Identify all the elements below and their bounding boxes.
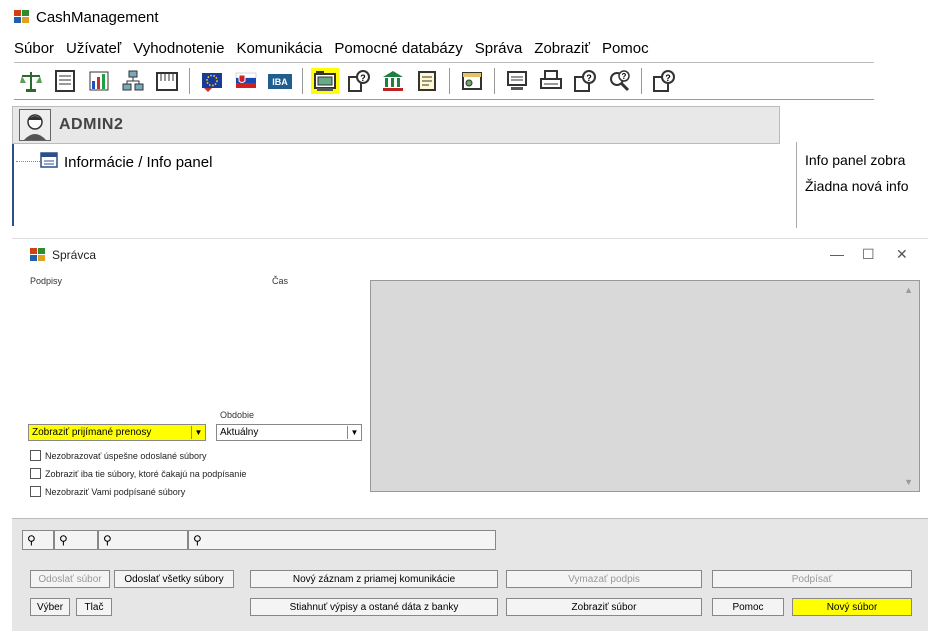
checkbox-label: Nezobrazovať úspešne odoslané súbory <box>45 450 207 461</box>
toolbar-separator <box>302 68 303 94</box>
svg-text:?: ? <box>665 73 671 83</box>
menu-pomoc[interactable]: Pomoc <box>596 40 655 60</box>
menu-pomocne-databazy[interactable]: Pomocné databázy <box>328 40 468 60</box>
menu-subor[interactable]: Súbor <box>8 40 60 60</box>
pomoc-button[interactable]: Pomoc <box>712 598 784 616</box>
search-icon: ⚲ <box>59 533 68 547</box>
toolbar-separator <box>449 68 450 94</box>
eu-flag-icon[interactable] <box>198 68 226 94</box>
tree-item-info-panel[interactable]: Informácie / Info panel <box>40 152 212 172</box>
novy-zaznam-button[interactable]: Nový záznam z priamej komunikácie <box>250 570 498 588</box>
search-field-2[interactable]: ⚲ <box>54 530 98 550</box>
toolbar-separator <box>494 68 495 94</box>
menu-vyhodnotenie[interactable]: Vyhodnotenie <box>127 40 230 60</box>
checkbox-label: Nezobraziť Vami podpísané súbory <box>45 486 186 497</box>
scroll-up-icon[interactable]: ▲ <box>904 285 913 295</box>
checkbox-nezobrazovat-odoslane[interactable]: Nezobrazovať úspešne odoslané súbory <box>30 450 206 461</box>
chevron-down-icon[interactable]: ▼ <box>191 426 205 439</box>
checkbox-nezobrazit-podpisane[interactable]: Nezobraziť Vami podpísané súbory <box>30 486 185 497</box>
podpisat-button[interactable]: Podpísať <box>712 570 912 588</box>
sk-flag-icon[interactable] <box>232 68 260 94</box>
printer-icon[interactable] <box>537 68 565 94</box>
user-bar: ADMIN2 <box>12 106 780 144</box>
svg-text:?: ? <box>586 73 592 83</box>
search-icon: ⚲ <box>103 533 112 547</box>
search-icon: ⚲ <box>193 533 202 547</box>
bank-icon[interactable] <box>379 68 407 94</box>
search-field-1[interactable]: ⚲ <box>22 530 54 550</box>
checkbox-box[interactable] <box>30 468 41 479</box>
menu-komunikacia[interactable]: Komunikácia <box>230 40 328 60</box>
menu-zobrazit[interactable]: Zobraziť <box>528 40 596 60</box>
tree-item-label: Informácie / Info panel <box>64 153 213 171</box>
column-cas: Čas <box>272 276 289 286</box>
search-field-4[interactable]: ⚲ <box>188 530 496 550</box>
obdobie-select-value: Aktuálny <box>220 427 259 438</box>
toolbar-separator <box>641 68 642 94</box>
file-list-area[interactable]: ▲ ▼ <box>370 280 920 492</box>
checkbox-box[interactable] <box>30 486 41 497</box>
avatar <box>19 109 51 141</box>
help-window-icon[interactable]: ? <box>650 68 678 94</box>
search-help-icon[interactable]: ? <box>605 68 633 94</box>
maximize-icon[interactable]: ☐ <box>862 246 875 263</box>
toolbar-separator <box>189 68 190 94</box>
menu-sprava[interactable]: Správa <box>469 40 529 60</box>
app-title: CashManagement <box>36 8 159 26</box>
checkbox-box[interactable] <box>30 450 41 461</box>
tree-panel: Informácie / Info panel <box>12 144 780 226</box>
search-field-3[interactable]: ⚲ <box>98 530 188 550</box>
vymazat-podpis-button[interactable]: Vymazať podpis <box>506 570 702 588</box>
gear-window-icon[interactable] <box>458 68 486 94</box>
zobrazit-subor-button[interactable]: Zobraziť súbor <box>506 598 702 616</box>
scroll-icon[interactable] <box>413 68 441 94</box>
computer-icon[interactable] <box>503 68 531 94</box>
org-chart-icon[interactable] <box>119 68 147 94</box>
tlac-button[interactable]: Tlač <box>76 598 112 616</box>
checkbox-label: Zobraziť iba tie súbory, ktoré čakajú na… <box>45 468 247 479</box>
dialog-title-bar: Správca <box>30 248 96 262</box>
toolbar: IBA ? ? ? ? <box>14 62 874 100</box>
info-panel: Info panel zobra Žiadna nová info <box>796 142 928 228</box>
svg-text:?: ? <box>360 73 366 83</box>
novy-subor-button[interactable]: Nový súbor <box>792 598 912 616</box>
info-panel-message: Žiadna nová info <box>805 178 909 194</box>
info-panel-heading: Info panel zobra <box>805 152 906 168</box>
obdobie-label: Obdobie <box>220 410 255 420</box>
odoslat-vsetky-subory-button[interactable]: Odoslať všetky súbory <box>114 570 234 588</box>
dialog-app-icon <box>30 248 46 262</box>
menu-uzivatel[interactable]: Užívateľ <box>60 40 127 60</box>
report-icon[interactable] <box>51 68 79 94</box>
info-panel-icon <box>40 152 58 172</box>
column-podpisy: Podpisy <box>30 276 63 286</box>
search-icon: ⚲ <box>27 533 36 547</box>
minimize-icon[interactable]: — <box>830 246 844 262</box>
checkbox-cakaju-na-podpis[interactable]: Zobraziť iba tie súbory, ktoré čakajú na… <box>30 468 246 479</box>
highlighted-terminal-icon[interactable] <box>311 68 339 94</box>
close-icon[interactable]: ✕ <box>896 246 908 263</box>
calendar-icon[interactable] <box>153 68 181 94</box>
dialog-title: Správca <box>52 248 97 262</box>
user-name: ADMIN2 <box>59 116 124 133</box>
scales-icon[interactable] <box>17 68 45 94</box>
chevron-down-icon[interactable]: ▼ <box>347 426 361 439</box>
chart-icon[interactable] <box>85 68 113 94</box>
svg-text:IBA: IBA <box>272 77 288 87</box>
iba-icon[interactable]: IBA <box>266 68 294 94</box>
network-help-icon[interactable]: ? <box>345 68 373 94</box>
menu-bar: Súbor Užívateľ Vyhodnotenie Komunikácia … <box>8 40 655 60</box>
app-icon <box>14 10 30 24</box>
main-window: CashManagement Súbor Užívateľ Vyhodnoten… <box>0 0 928 228</box>
prenosy-select-value: Zobraziť prijímané prenosy <box>32 427 152 438</box>
window-help-icon[interactable]: ? <box>571 68 599 94</box>
prenosy-select[interactable]: Zobraziť prijímané prenosy ▼ <box>28 424 206 441</box>
stiahnut-vypisy-button[interactable]: Stiahnuť výpisy a ostané dáta z banky <box>250 598 498 616</box>
scroll-down-icon[interactable]: ▼ <box>904 477 913 487</box>
title-bar: CashManagement <box>14 6 159 28</box>
odoslat-subor-button[interactable]: Odoslať súbor <box>30 570 110 588</box>
vyber-button[interactable]: Výber <box>30 598 70 616</box>
obdobie-select[interactable]: Aktuálny ▼ <box>216 424 362 441</box>
svg-text:?: ? <box>622 72 627 81</box>
tree-connector <box>16 161 40 162</box>
